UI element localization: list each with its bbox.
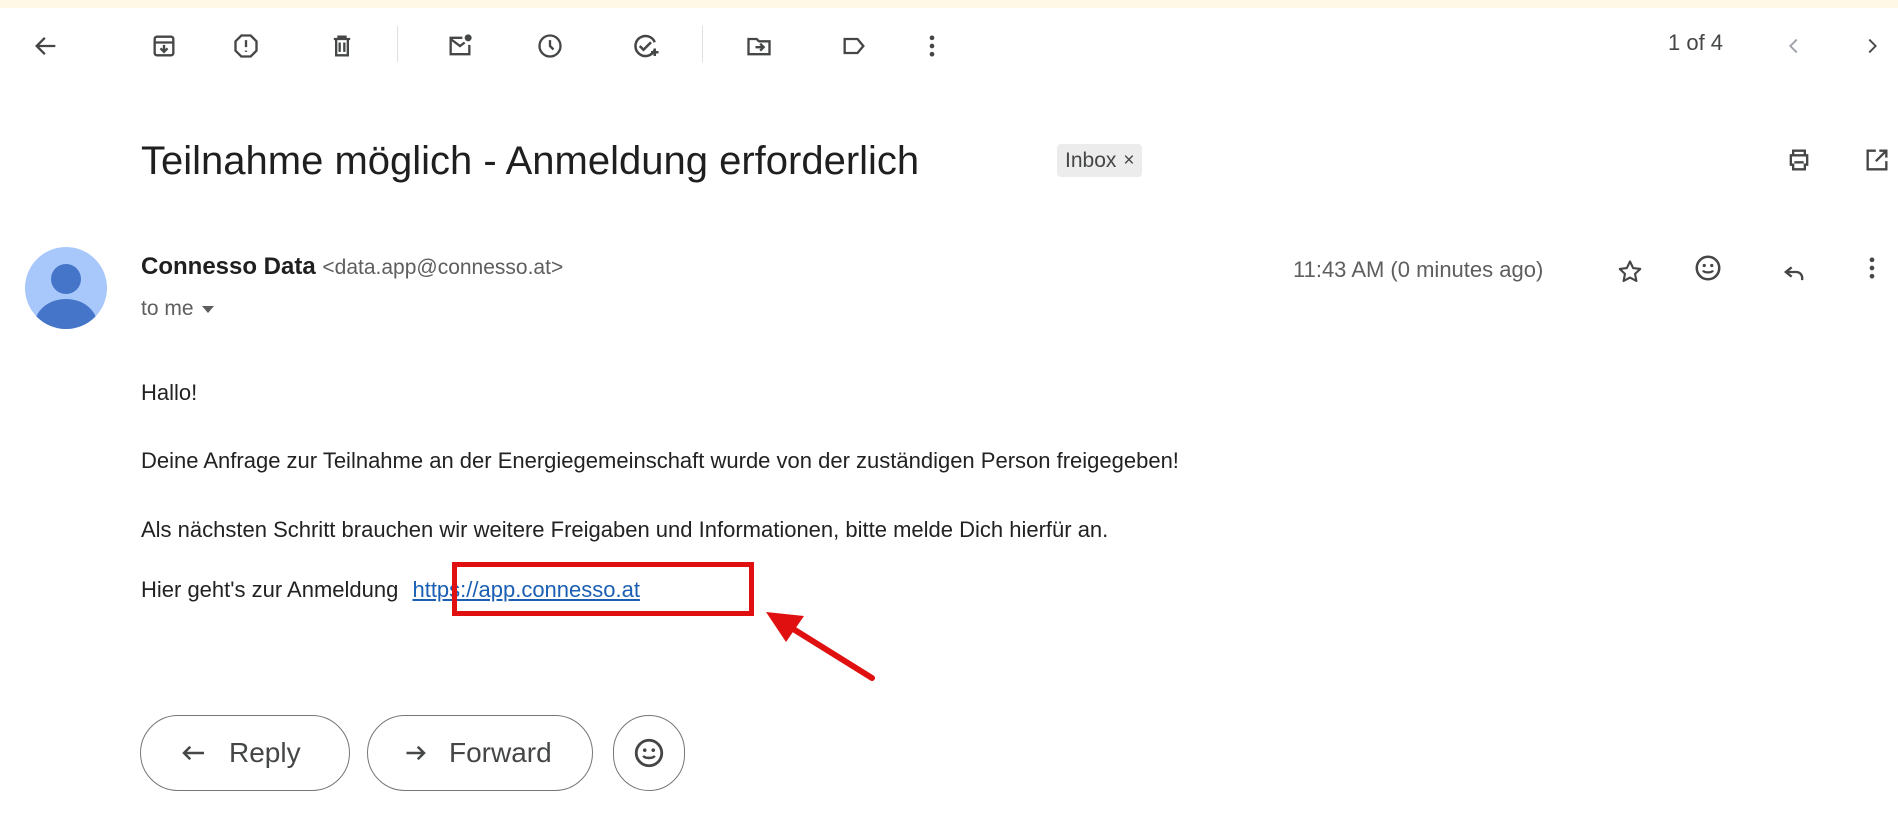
print-icon[interactable] <box>1775 136 1823 184</box>
open-new-window-icon[interactable] <box>1853 136 1898 184</box>
forward-button[interactable]: Forward <box>367 715 593 791</box>
sender-avatar[interactable] <box>25 247 107 329</box>
email-timestamp: 11:43 AM (0 minutes ago) <box>1293 257 1544 282</box>
email-subject: Teilnahme möglich - Anmeldung erforderli… <box>141 139 920 183</box>
sender-name[interactable]: Connesso Data <box>141 253 316 280</box>
more-options-icon[interactable] <box>1850 244 1894 292</box>
avatar-head <box>51 264 81 294</box>
email-body-line1: Deine Anfrage zur Teilnahme an der Energ… <box>141 448 1179 473</box>
reply-button[interactable]: Reply <box>140 715 350 791</box>
reply-arrow-icon <box>182 745 204 761</box>
report-spam-icon[interactable] <box>222 22 270 70</box>
avatar-body <box>35 299 97 329</box>
sender-info: Connesso Data <data.app@connesso.at> <box>141 253 563 281</box>
more-vert-icon[interactable] <box>908 22 956 70</box>
forward-arrow-icon <box>406 745 426 761</box>
login-link[interactable]: https://app.connesso.at <box>412 577 640 602</box>
pagination-count: 1 of 4 <box>1668 30 1724 55</box>
top-border <box>0 0 1898 8</box>
toolbar-divider <box>397 26 398 62</box>
emoji-reaction-icon[interactable] <box>1684 244 1732 292</box>
email-body-greeting: Hallo! <box>141 380 198 405</box>
login-text: Hier geht's zur Anmeldung <box>141 577 399 602</box>
emoji-button[interactable] <box>613 715 685 791</box>
email-view <box>0 0 1898 829</box>
chevron-left-icon[interactable] <box>1772 22 1816 70</box>
reply-label: Reply <box>229 737 301 768</box>
email-body-line2: Als nächsten Schritt brauchen wir weiter… <box>141 517 1109 542</box>
reply-icon[interactable] <box>1770 248 1818 296</box>
emoji-icon <box>634 738 664 768</box>
recipient-text: to me <box>141 297 194 320</box>
add-to-tasks-icon[interactable] <box>622 22 670 70</box>
snooze-icon[interactable] <box>526 22 574 70</box>
label-chip-text: Inbox <box>1065 148 1117 172</box>
remove-label-icon[interactable]: × <box>1123 150 1134 172</box>
back-arrow-icon[interactable] <box>22 22 70 70</box>
caret-down-icon[interactable] <box>201 305 214 313</box>
move-to-icon[interactable] <box>735 22 783 70</box>
delete-icon[interactable] <box>318 22 366 70</box>
recipient-details[interactable]: to me <box>141 297 214 321</box>
sender-email: <data.app@connesso.at> <box>322 256 564 279</box>
email-body-line3: Hier geht's zur Anmeldung https://app.co… <box>141 577 640 603</box>
chevron-right-icon[interactable] <box>1850 22 1894 70</box>
annotation-arrow <box>766 612 875 681</box>
label-icon[interactable] <box>830 22 878 70</box>
inbox-label-chip: Inbox × <box>1057 144 1143 177</box>
star-icon[interactable] <box>1606 248 1654 296</box>
mark-unread-icon[interactable] <box>436 22 484 70</box>
forward-label: Forward <box>449 737 552 768</box>
archive-icon[interactable] <box>140 22 188 70</box>
toolbar-divider <box>702 26 703 62</box>
